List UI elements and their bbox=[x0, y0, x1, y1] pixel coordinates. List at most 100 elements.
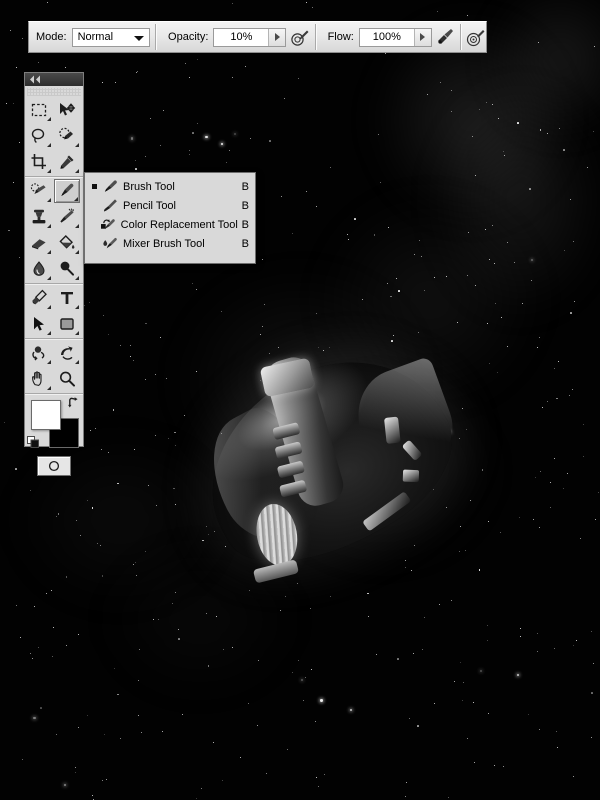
tool-rectangle-shape[interactable] bbox=[54, 312, 80, 336]
opacity-value[interactable]: 10% bbox=[214, 29, 268, 46]
airbrush-button[interactable] bbox=[435, 25, 455, 49]
tool-pen[interactable] bbox=[26, 286, 52, 310]
swap-colors-arrow-icon[interactable] bbox=[67, 396, 80, 409]
star bbox=[426, 93, 428, 95]
star bbox=[45, 592, 47, 594]
tool-history-brush[interactable] bbox=[54, 205, 80, 229]
quick-mask-button[interactable] bbox=[37, 456, 71, 476]
rectangular-marquee-icon bbox=[31, 103, 47, 117]
tools-panel-header[interactable] bbox=[25, 73, 83, 86]
double-chevron-left-icon[interactable] bbox=[28, 75, 42, 84]
star bbox=[205, 135, 208, 139]
star bbox=[8, 229, 10, 232]
tool-type[interactable] bbox=[54, 286, 80, 310]
opacity-field[interactable]: 10% bbox=[213, 27, 287, 47]
tool-3d-object-rotate[interactable] bbox=[26, 341, 52, 365]
tool-eyedropper[interactable] bbox=[54, 150, 80, 174]
tablet-pressure-opacity-button[interactable] bbox=[290, 25, 310, 49]
tool-spot-healing-brush[interactable] bbox=[26, 179, 52, 203]
star bbox=[487, 640, 489, 642]
tool-blur[interactable] bbox=[26, 257, 52, 281]
star bbox=[55, 734, 57, 736]
star bbox=[280, 196, 282, 198]
rectangle-shape-icon bbox=[60, 318, 74, 330]
star bbox=[195, 288, 197, 290]
flyout-item-mixer-brush-tool[interactable]: Mixer Brush Tool B bbox=[85, 234, 255, 253]
divider bbox=[460, 24, 461, 50]
flow-value[interactable]: 100% bbox=[360, 29, 414, 46]
star bbox=[491, 103, 493, 105]
star bbox=[15, 66, 17, 68]
flyout-item-shortcut: B bbox=[241, 218, 249, 231]
eyedropper-icon bbox=[60, 155, 74, 169]
flow-label: Flow: bbox=[327, 31, 354, 43]
star bbox=[472, 701, 474, 703]
star bbox=[13, 102, 15, 104]
tool-clone-stamp[interactable] bbox=[26, 205, 52, 229]
tool-zoom[interactable] bbox=[54, 367, 80, 391]
star bbox=[539, 337, 541, 339]
tools-panel-grip[interactable] bbox=[27, 88, 81, 96]
tool-group-painting bbox=[25, 177, 83, 284]
star bbox=[144, 155, 146, 157]
flyout-item-brush-tool[interactable]: Brush Tool B bbox=[85, 177, 255, 196]
color-swatches bbox=[25, 394, 83, 452]
tool-dodge[interactable] bbox=[54, 257, 80, 281]
star bbox=[213, 741, 214, 743]
star bbox=[597, 491, 599, 493]
star bbox=[494, 302, 496, 304]
star bbox=[528, 188, 531, 190]
star bbox=[384, 53, 386, 55]
star bbox=[537, 650, 539, 652]
tool-hand[interactable] bbox=[26, 367, 52, 391]
spot-healing-brush-icon bbox=[30, 183, 46, 194]
star bbox=[257, 724, 259, 726]
crop-icon bbox=[31, 154, 46, 169]
star bbox=[3, 422, 5, 424]
magnifier-icon bbox=[59, 371, 75, 387]
star bbox=[419, 239, 421, 241]
brush-icon bbox=[99, 179, 121, 194]
tool-paint-bucket[interactable] bbox=[54, 231, 80, 255]
brush-tool-flyout-menu[interactable]: Brush Tool B Pencil Tool B Color Replace bbox=[84, 172, 256, 264]
tool-brush[interactable] bbox=[54, 179, 80, 203]
blend-mode-select[interactable]: Normal bbox=[71, 27, 151, 47]
star bbox=[200, 787, 202, 789]
tool-3d-camera-rotate[interactable] bbox=[54, 341, 80, 365]
star bbox=[189, 150, 191, 152]
star bbox=[503, 766, 505, 768]
tool-quick-selection[interactable] bbox=[54, 124, 80, 148]
tool-lasso[interactable] bbox=[26, 124, 52, 148]
star bbox=[196, 59, 198, 61]
star bbox=[298, 78, 300, 80]
tool-move[interactable] bbox=[54, 98, 80, 122]
star bbox=[479, 669, 483, 673]
star bbox=[595, 518, 597, 520]
default-colors-icon[interactable] bbox=[27, 436, 39, 448]
tablet-pressure-size-button[interactable] bbox=[466, 25, 486, 49]
tool-eraser[interactable] bbox=[26, 231, 52, 255]
flow-field[interactable]: 100% bbox=[358, 27, 432, 47]
tool-marquee[interactable] bbox=[26, 98, 52, 122]
foreground-color-swatch[interactable] bbox=[31, 400, 61, 430]
pencil-icon bbox=[99, 198, 121, 213]
star bbox=[474, 175, 476, 176]
opacity-slider-arrow[interactable] bbox=[268, 28, 286, 46]
star bbox=[517, 673, 520, 676]
star bbox=[572, 388, 574, 390]
canvas-artwork[interactable] bbox=[0, 0, 600, 800]
star bbox=[65, 644, 67, 646]
tool-path-selection[interactable] bbox=[26, 312, 52, 336]
flow-slider-arrow[interactable] bbox=[413, 28, 431, 46]
tool-crop[interactable] bbox=[26, 150, 52, 174]
star bbox=[162, 109, 164, 111]
star bbox=[580, 538, 582, 540]
star bbox=[228, 149, 230, 151]
flyout-item-label: Color Replacement Tool bbox=[120, 218, 238, 231]
debris-fragment bbox=[402, 469, 420, 483]
star bbox=[138, 715, 140, 717]
star bbox=[297, 659, 299, 661]
flyout-item-color-replacement-tool[interactable]: Color Replacement Tool B bbox=[85, 215, 255, 234]
star bbox=[18, 256, 20, 258]
flyout-item-pencil-tool[interactable]: Pencil Tool B bbox=[85, 196, 255, 215]
